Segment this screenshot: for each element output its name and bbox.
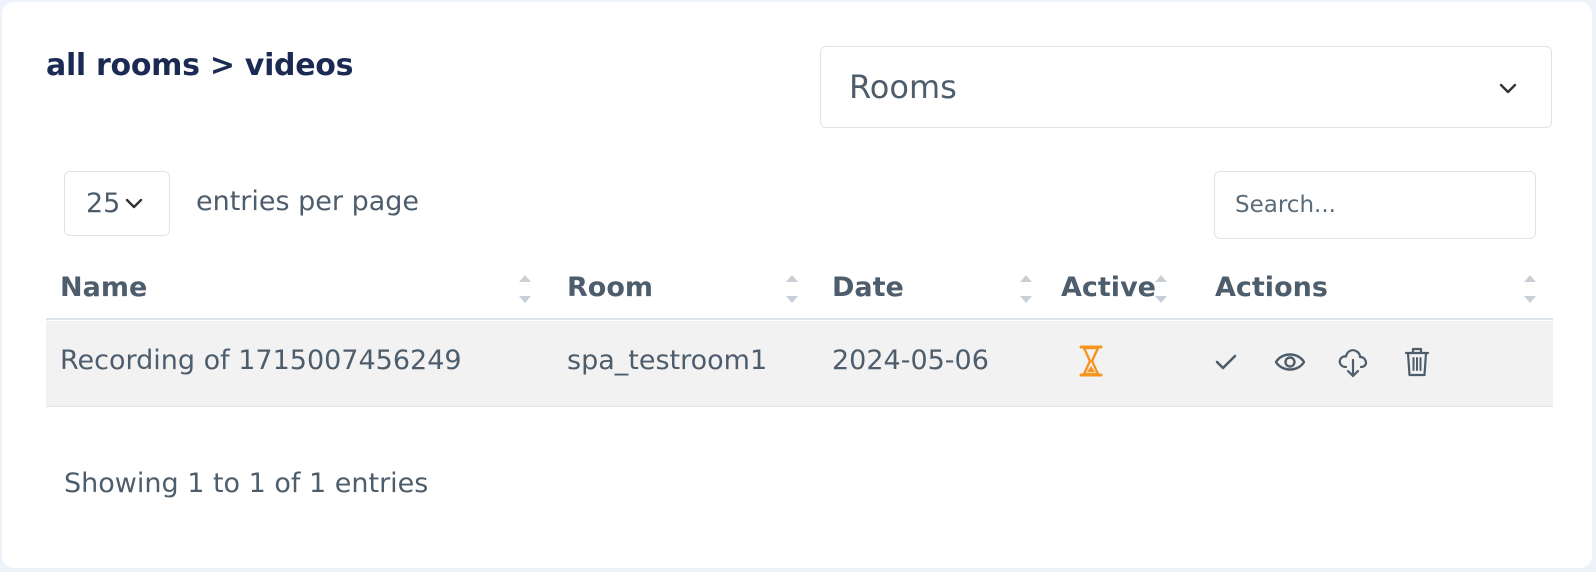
check-icon [1215,354,1237,370]
column-header-date[interactable]: Date [832,272,904,303]
entries-per-page-value: 25 [86,188,121,219]
sort-icon[interactable] [518,272,532,306]
delete-button[interactable] [1401,345,1433,379]
chevron-down-icon [125,198,143,209]
videos-card: all rooms > videos Rooms 25 entries per … [2,2,1592,568]
download-button[interactable] [1337,345,1369,379]
search-input[interactable] [1214,171,1536,239]
eye-icon [1274,353,1306,371]
cell-name: Recording of 1715007456249 [60,345,462,376]
approve-button[interactable] [1210,345,1242,379]
sort-icon[interactable] [1523,272,1537,306]
trash-icon [1404,347,1430,377]
entries-per-page-select[interactable]: 25 [64,171,170,236]
table-header: Name Room Date Active Actions [46,258,1553,320]
cell-date: 2024-05-06 [832,345,989,376]
pagination-info: Showing 1 to 1 of 1 entries [64,468,429,499]
column-header-actions[interactable]: Actions [1215,272,1328,303]
breadcrumb: all rooms > videos [46,48,354,83]
column-header-room[interactable]: Room [567,272,653,303]
cloud-download-icon [1338,349,1368,378]
chevron-down-icon [1499,83,1517,94]
entries-per-page-label: entries per page [196,186,420,217]
sort-icon[interactable] [1154,272,1168,306]
column-header-name[interactable]: Name [60,272,147,303]
sort-icon[interactable] [1019,272,1033,306]
room-filter-value: Rooms [849,68,957,106]
room-filter-select[interactable]: Rooms [820,46,1552,128]
sort-icon[interactable] [785,272,799,306]
cell-room: spa_testroom1 [567,345,768,376]
view-button[interactable] [1274,345,1306,379]
table-row: Recording of 1715007456249 spa_testroom1… [46,321,1553,407]
column-header-active[interactable]: Active [1061,272,1156,303]
hourglass-icon [1079,345,1103,377]
